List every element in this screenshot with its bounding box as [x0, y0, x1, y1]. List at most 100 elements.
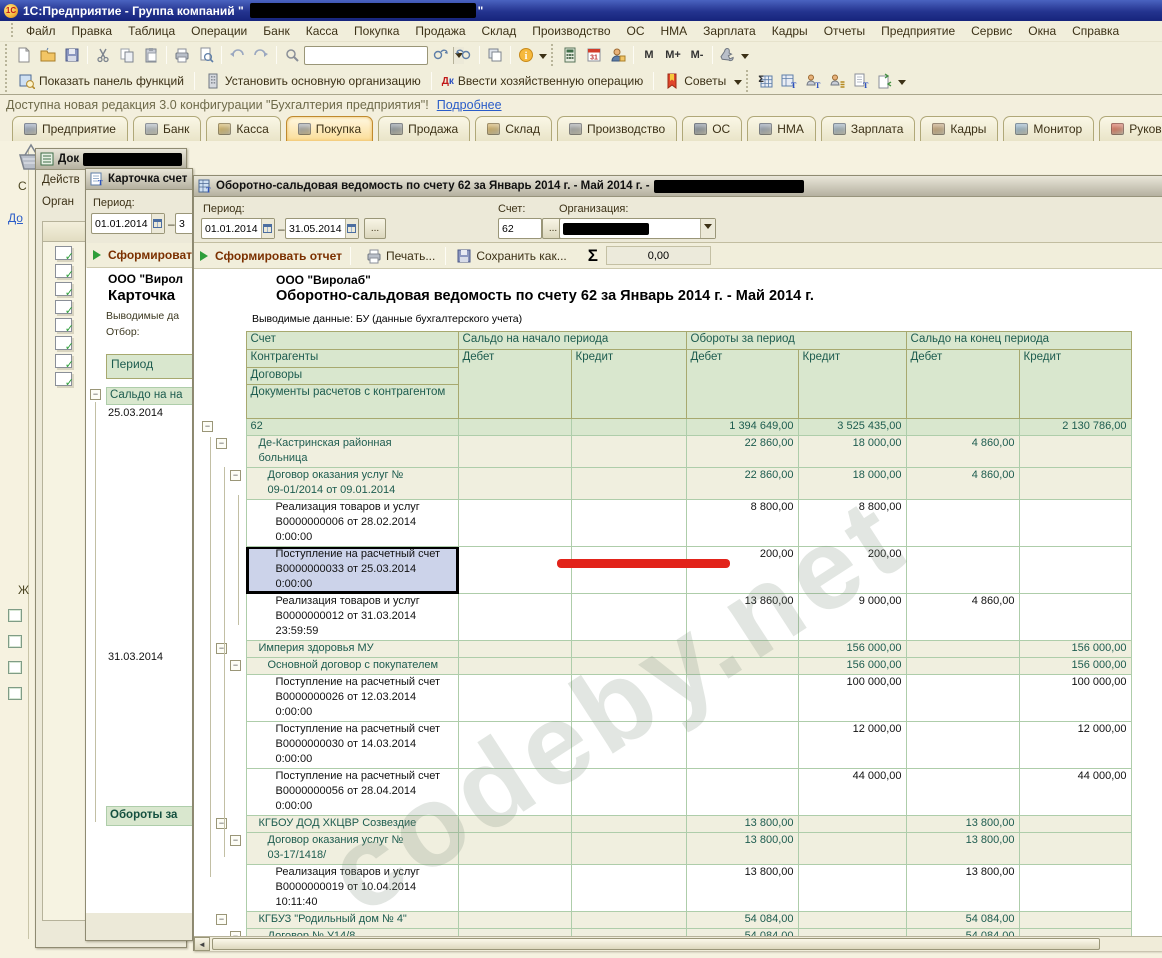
col-header-debit[interactable]: Дебет — [458, 350, 571, 419]
cell-kon-d[interactable] — [906, 419, 1019, 436]
calculator-button[interactable] — [558, 44, 582, 66]
row-label[interactable]: КГБОУ ДОД ХКЦВР Созвездие — [246, 816, 458, 833]
menu-item-касса[interactable]: Касса — [298, 22, 346, 40]
row-label[interactable]: Поступление на расчетный счетВ0000000026… — [246, 675, 458, 722]
account-card-titlebar[interactable]: T Карточка счет — [86, 169, 192, 190]
card-period-column-header[interactable]: Период — [106, 354, 193, 379]
counterparty-list-button[interactable] — [825, 70, 849, 92]
menu-item-предприятие[interactable]: Предприятие — [873, 22, 963, 40]
table-row[interactable]: Поступление на расчетный счетВ0000000056… — [194, 769, 1131, 816]
menu-item-правка[interactable]: Правка — [64, 22, 121, 40]
table-row[interactable]: −Договор оказания услуг №03-17/1418/13 8… — [194, 833, 1131, 865]
find-button[interactable] — [280, 44, 304, 66]
tab-нма[interactable]: НМА — [747, 116, 816, 141]
cell-nach-k[interactable] — [571, 468, 686, 500]
cell-kon-k[interactable] — [1019, 436, 1131, 468]
toolbar-drag-handle[interactable] — [551, 44, 555, 66]
collapse-toggle[interactable]: − — [202, 421, 213, 432]
find-next-button[interactable] — [428, 44, 452, 66]
tab-ос[interactable]: ОС — [682, 116, 742, 141]
journal-icon[interactable] — [8, 609, 22, 622]
counterparty-report-button[interactable]: T — [801, 70, 825, 92]
documents-link[interactable]: До — [8, 211, 23, 225]
cell-ob-k[interactable]: 12 000,00 — [798, 722, 906, 769]
cell-nach-k[interactable] — [571, 833, 686, 865]
document-check-icon[interactable]: ✓ — [55, 372, 72, 386]
print-button[interactable] — [170, 44, 194, 66]
menu-item-операции[interactable]: Операции — [183, 22, 255, 40]
col-header-contracts[interactable]: Договоры — [246, 368, 458, 385]
undo-button[interactable] — [225, 44, 249, 66]
cell-kon-d[interactable] — [906, 675, 1019, 722]
row-label[interactable]: Реализация товаров и услугВ0000000012 от… — [246, 594, 458, 641]
tips-button[interactable]: Советы — [657, 70, 733, 92]
cell-ob-k[interactable]: 3 525 435,00 — [798, 419, 906, 436]
cell-ob-d[interactable]: 8 800,00 — [686, 500, 798, 547]
menu-item-зарплата[interactable]: Зарплата — [695, 22, 764, 40]
cell-kon-k[interactable] — [1019, 500, 1131, 547]
toolbar-drag-handle[interactable] — [5, 44, 9, 66]
collapse-toggle[interactable]: − — [230, 660, 241, 671]
cell-nach-k[interactable] — [571, 658, 686, 675]
row-label[interactable]: Поступление на расчетный счетВ0000000033… — [246, 547, 458, 594]
cell-kon-k[interactable]: 156 000,00 — [1019, 641, 1131, 658]
menu-item-окна[interactable]: Окна — [1020, 22, 1064, 40]
cell-nach-d[interactable] — [458, 641, 571, 658]
save-as-button[interactable]: Сохранить как... — [449, 245, 573, 267]
cell-nach-k[interactable] — [571, 769, 686, 816]
col-header-counterparties[interactable]: Контрагенты — [246, 350, 458, 368]
user-button[interactable] — [606, 44, 630, 66]
cell-ob-k[interactable]: 9 000,00 — [798, 594, 906, 641]
cell-ob-d[interactable]: 200,00 — [686, 547, 798, 594]
document-check-icon[interactable]: ✓ — [55, 282, 72, 296]
card-date-1[interactable]: 25.03.2014 — [108, 407, 163, 419]
row-label[interactable]: Поступление на расчетный счетВ0000000030… — [246, 722, 458, 769]
print-report-button[interactable]: Печать... — [359, 245, 442, 267]
open-button[interactable] — [36, 44, 60, 66]
col-group-closing-balance[interactable]: Сальдо на конец периода — [906, 332, 1131, 350]
documents-window-titlebar[interactable]: Док — [36, 149, 186, 170]
cell-ob-k[interactable]: 156 000,00 — [798, 641, 906, 658]
calendar-button[interactable]: 31 — [582, 44, 606, 66]
tab-предприятие[interactable]: Предприятие — [12, 116, 128, 141]
cell-nach-k[interactable] — [571, 912, 686, 929]
row-label[interactable]: Де-Кастринская районнаябольница — [246, 436, 458, 468]
collapse-toggle[interactable]: − — [216, 818, 227, 829]
document-report-button[interactable]: T — [849, 70, 873, 92]
cell-kon-k[interactable] — [1019, 468, 1131, 500]
table-row[interactable]: −КГБОУ ДОД ХКЦВР Созвездие13 800,0013 80… — [194, 816, 1131, 833]
row-label[interactable]: Договор оказания услуг №09-01/2014 от 09… — [246, 468, 458, 500]
tab-банк[interactable]: Банк — [133, 116, 201, 141]
organization-combobox[interactable] — [559, 218, 716, 239]
cell-kon-k[interactable] — [1019, 912, 1131, 929]
table-row[interactable]: −Договор № У14/854 084,0054 084,00 — [194, 929, 1131, 937]
tab-склад[interactable]: Склад — [475, 116, 552, 141]
cell-nach-k[interactable] — [571, 419, 686, 436]
menu-item-сервис[interactable]: Сервис — [963, 22, 1020, 40]
cell-nach-k[interactable] — [571, 722, 686, 769]
cell-ob-k[interactable]: 44 000,00 — [798, 769, 906, 816]
toolbar-drag-handle[interactable] — [5, 70, 9, 92]
tab-монитор[interactable]: Монитор — [1003, 116, 1094, 141]
cell-ob-d[interactable]: 13 800,00 — [686, 865, 798, 912]
cell-kon-d[interactable]: 13 800,00 — [906, 833, 1019, 865]
cell-nach-k[interactable] — [571, 929, 686, 937]
row-label[interactable]: КГБУЗ "Родильный дом № 4" — [246, 912, 458, 929]
redo-button[interactable] — [249, 44, 273, 66]
cell-ob-k[interactable]: 200,00 — [798, 547, 906, 594]
menu-item-нма[interactable]: НМА — [653, 22, 696, 40]
cell-nach-d[interactable] — [458, 769, 571, 816]
cell-ob-d[interactable]: 13 800,00 — [686, 816, 798, 833]
cell-nach-k[interactable] — [571, 436, 686, 468]
collapse-toggle[interactable]: − — [230, 835, 241, 846]
chevron-down-icon[interactable] — [898, 80, 906, 89]
paste-button[interactable] — [139, 44, 163, 66]
cell-kon-d[interactable] — [906, 769, 1019, 816]
toolbar-drag-handle[interactable] — [746, 70, 750, 92]
cell-kon-k[interactable] — [1019, 816, 1131, 833]
col-group-opening-balance[interactable]: Сальдо на начало периода — [458, 332, 686, 350]
cell-kon-d[interactable] — [906, 722, 1019, 769]
cell-kon-d[interactable]: 54 084,00 — [906, 912, 1019, 929]
table-row[interactable]: −Де-Кастринская районнаябольница22 860,0… — [194, 436, 1131, 468]
document-check-icon[interactable]: ✓ — [55, 318, 72, 332]
